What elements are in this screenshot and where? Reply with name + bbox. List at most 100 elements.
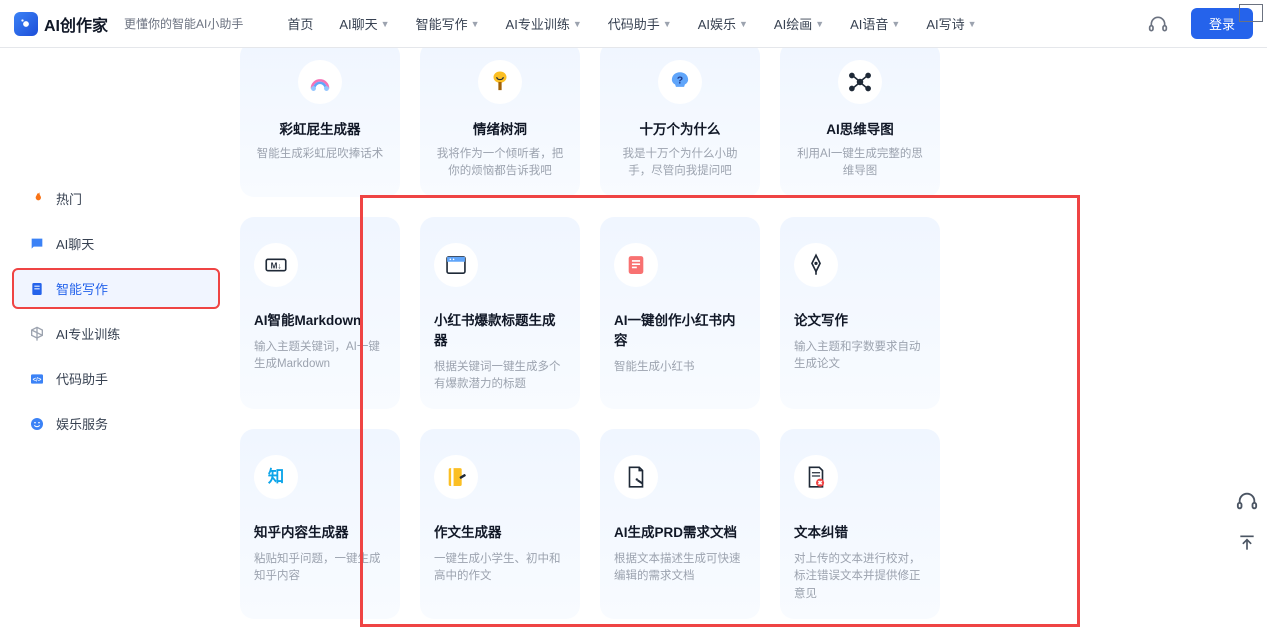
sidebar-item-4[interactable]: </> 代码助手 [12, 358, 220, 399]
nav-label: AI聊天 [339, 14, 377, 33]
sidebar-item-label: 娱乐服务 [56, 414, 108, 433]
card-title: 作文生成器 [434, 521, 566, 541]
card-title: AI智能Markdown [254, 309, 386, 329]
window-icon [434, 243, 478, 287]
sidebar: 热门 AI聊天智能写作 AI专业训练 </> 代码助手娱乐服务 [0, 48, 220, 625]
tool-card[interactable]: 彩虹屁生成器智能生成彩虹屁吹捧话术 [240, 48, 400, 197]
tool-card[interactable]: 文本纠错对上传的文本进行校对，标注错误文本并提供修正意见 [780, 429, 940, 619]
brand-text: AI创作家 [44, 12, 108, 36]
svg-text:M↓: M↓ [271, 261, 282, 270]
tool-card[interactable]: 情绪树洞我将作为一个倾听者，把你的烦恼都告诉我吧 [420, 48, 580, 197]
back-to-top-icon[interactable] [1235, 531, 1259, 555]
svg-text:</>: </> [33, 377, 42, 383]
rainbow-icon [298, 60, 342, 104]
logo-icon [14, 12, 38, 36]
chat-icon [28, 235, 46, 253]
nav-label: 代码助手 [608, 14, 660, 33]
tree-icon [478, 60, 522, 104]
markdown-icon: M↓ [254, 243, 298, 287]
prd-icon [614, 455, 658, 499]
sidebar-item-label: 热门 [56, 189, 82, 208]
card-desc: 输入主题和字数要求自动生成论文 [794, 339, 926, 374]
nav-label: 智能写作 [416, 14, 468, 33]
card-title: AI生成PRD需求文档 [614, 521, 746, 541]
nav-item-4[interactable]: 代码助手▼ [608, 14, 672, 33]
note-icon [614, 243, 658, 287]
nav-item-1[interactable]: AI聊天▼ [339, 14, 389, 33]
tool-card[interactable]: 作文生成器一键生成小学生、初中和高中的作文 [420, 429, 580, 619]
smile-icon [28, 415, 46, 433]
tool-card[interactable]: 论文写作输入主题和字数要求自动生成论文 [780, 217, 940, 410]
card-desc: 根据关键词一键生成多个有爆款潜力的标题 [434, 359, 566, 394]
card-title: 论文写作 [794, 309, 926, 329]
pen-icon [794, 243, 838, 287]
card-desc: 利用AI一键生成完整的思维导图 [794, 146, 926, 181]
essay-icon [434, 455, 478, 499]
chevron-down-icon: ▼ [815, 19, 824, 29]
nav-item-2[interactable]: 智能写作▼ [416, 14, 480, 33]
float-support-icon[interactable] [1235, 489, 1259, 513]
header: AI创作家 更懂你的智能AI小助手 首页AI聊天▼智能写作▼AI专业训练▼代码助… [0, 0, 1267, 48]
tool-card[interactable]: AI生成PRD需求文档根据文本描述生成可快速编辑的需求文档 [600, 429, 760, 619]
chevron-down-icon: ▼ [891, 19, 900, 29]
nav-label: AI娱乐 [698, 14, 736, 33]
sidebar-item-5[interactable]: 娱乐服务 [12, 403, 220, 444]
sidebar-item-label: 代码助手 [56, 369, 108, 388]
sidebar-item-2[interactable]: 智能写作 [12, 268, 220, 309]
card-title: 文本纠错 [794, 521, 926, 541]
main-content: 彩虹屁生成器智能生成彩虹屁吹捧话术情绪树洞我将作为一个倾听者，把你的烦恼都告诉我… [220, 48, 1267, 625]
card-desc: 输入主题关键词，AI一键生成Markdown [254, 339, 386, 374]
card-desc: 我是十万个为什么小助手，尽管向我提问吧 [614, 146, 746, 181]
sidebar-item-label: AI专业训练 [56, 324, 120, 343]
tool-card[interactable]: AI思维导图利用AI一键生成完整的思维导图 [780, 48, 940, 197]
card-title: 小红书爆款标题生成器 [434, 309, 566, 349]
doc-icon [28, 280, 46, 298]
nav-label: AI专业训练 [506, 14, 570, 33]
nav-item-6[interactable]: AI绘画▼ [774, 14, 824, 33]
sidebar-item-1[interactable]: AI聊天 [12, 223, 220, 264]
code-icon: </> [28, 370, 46, 388]
sidebar-item-label: 智能写作 [56, 279, 108, 298]
support-icon[interactable] [1147, 13, 1169, 35]
chevron-down-icon: ▼ [471, 19, 480, 29]
nav-item-7[interactable]: AI语音▼ [850, 14, 900, 33]
nav-item-0[interactable]: 首页 [287, 14, 313, 33]
svg-text:知: 知 [268, 467, 284, 486]
nav-label: AI绘画 [774, 14, 812, 33]
cube-icon [28, 325, 46, 343]
card-title: 知乎内容生成器 [254, 521, 386, 541]
flame-icon [28, 190, 46, 208]
card-title: 彩虹屁生成器 [254, 118, 386, 138]
card-desc: 根据文本描述生成可快速编辑的需求文档 [614, 551, 746, 586]
card-desc: 我将作为一个倾听者，把你的烦恼都告诉我吧 [434, 146, 566, 181]
card-desc: 粘贴知乎问题，一键生成知乎内容 [254, 551, 386, 586]
nav-label: AI写诗 [926, 14, 964, 33]
nav-item-8[interactable]: AI写诗▼ [926, 14, 976, 33]
correct-icon [794, 455, 838, 499]
zhi-icon: 知 [254, 455, 298, 499]
logo[interactable]: AI创作家 [14, 12, 108, 36]
chevron-down-icon: ▼ [573, 19, 582, 29]
card-desc: 对上传的文本进行校对，标注错误文本并提供修正意见 [794, 551, 926, 603]
card-title: 十万个为什么 [614, 118, 746, 138]
tool-card[interactable]: 小红书爆款标题生成器根据关键词一键生成多个有爆款潜力的标题 [420, 217, 580, 410]
float-toolbar [1235, 489, 1259, 555]
tool-card[interactable]: M↓ AI智能Markdown 输入主题关键词，AI一键生成Markdown [240, 217, 400, 410]
tool-card[interactable]: ? 十万个为什么我是十万个为什么小助手，尽管向我提问吧 [600, 48, 760, 197]
nav-item-5[interactable]: AI娱乐▼ [698, 14, 748, 33]
slogan: 更懂你的智能AI小助手 [124, 15, 243, 32]
tool-card[interactable]: 知知乎内容生成器粘贴知乎问题，一键生成知乎内容 [240, 429, 400, 619]
sidebar-item-0[interactable]: 热门 [12, 178, 220, 219]
sidebar-item-3[interactable]: AI专业训练 [12, 313, 220, 354]
card-desc: 一键生成小学生、初中和高中的作文 [434, 551, 566, 586]
question-icon: ? [658, 60, 702, 104]
card-title: AI思维导图 [794, 118, 926, 138]
svg-text:?: ? [677, 75, 683, 87]
card-title: AI一键创作小红书内容 [614, 309, 746, 349]
mindmap-icon [838, 60, 882, 104]
tool-card[interactable]: AI一键创作小红书内容智能生成小红书 [600, 217, 760, 410]
nav-item-3[interactable]: AI专业训练▼ [506, 14, 582, 33]
card-desc: 智能生成小红书 [614, 359, 746, 376]
card-desc: 智能生成彩虹屁吹捧话术 [254, 146, 386, 163]
sidebar-item-label: AI聊天 [56, 234, 94, 253]
